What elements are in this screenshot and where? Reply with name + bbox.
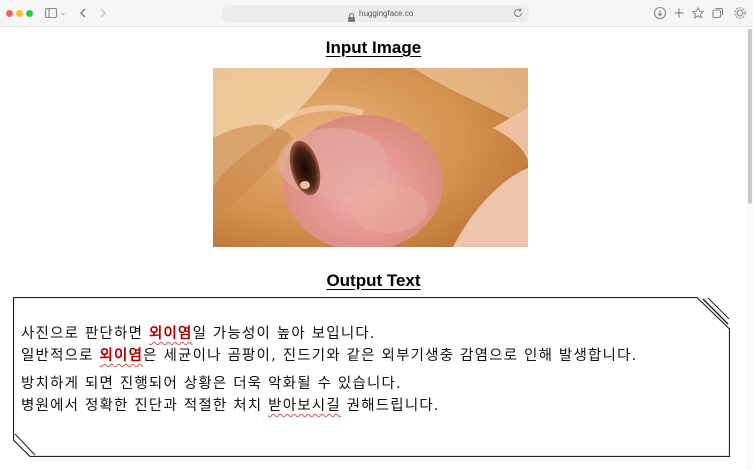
output-text-heading: Output Text	[326, 271, 421, 290]
zoom-window-button[interactable]	[26, 10, 33, 17]
download-icon[interactable]	[653, 6, 667, 20]
plus-icon[interactable]	[672, 6, 686, 20]
spellcheck-word: 받아보시길	[268, 398, 341, 414]
input-image-heading: Input Image	[325, 38, 422, 57]
output-line-2: 일반적으로 외이염은 세균이나 곰팡이, 진드기와 같은 외부기생충 감염으로 …	[21, 348, 638, 364]
page-content: Input Image Output Text 사진으로 판단하면 외이염일 가…	[0, 27, 753, 470]
minimize-window-button[interactable]	[16, 10, 23, 17]
sidebar-icon[interactable]	[44, 6, 58, 20]
scrollbar[interactable]	[747, 27, 753, 470]
lock-icon	[347, 8, 356, 22]
chevron-down-icon[interactable]: ⌄	[58, 6, 68, 20]
close-window-button[interactable]	[6, 10, 13, 17]
output-line-4: 병원에서 정확한 진단과 적절한 처치 받아보시길 권해드립니다.	[21, 398, 440, 414]
star-icon[interactable]	[691, 6, 705, 20]
scrollbar-thumb[interactable]	[748, 29, 752, 204]
reload-icon[interactable]	[511, 6, 525, 20]
output-line-1: 사진으로 판단하면 외이염일 가능성이 높아 보입니다.	[21, 326, 376, 342]
forward-icon[interactable]	[96, 6, 110, 20]
extensions-icon[interactable]	[733, 6, 747, 20]
tabs-icon[interactable]	[711, 6, 725, 20]
browser-toolbar: ⌄ huggingface.co	[0, 0, 753, 27]
diagnosis-highlight: 외이염	[148, 326, 193, 342]
diagnosis-highlight: 외이염	[99, 348, 144, 364]
address-bar[interactable]: huggingface.co	[222, 5, 529, 22]
output-line-3: 방치하게 되면 진행되어 상황은 더욱 악화될 수 있습니다.	[21, 376, 402, 392]
back-icon[interactable]	[76, 6, 90, 20]
input-photo	[213, 68, 528, 247]
url-text: huggingface.co	[359, 9, 414, 18]
output-text-box: 사진으로 판단하면 외이염일 가능성이 높아 보입니다. 일반적으로 외이염은 …	[13, 297, 730, 457]
